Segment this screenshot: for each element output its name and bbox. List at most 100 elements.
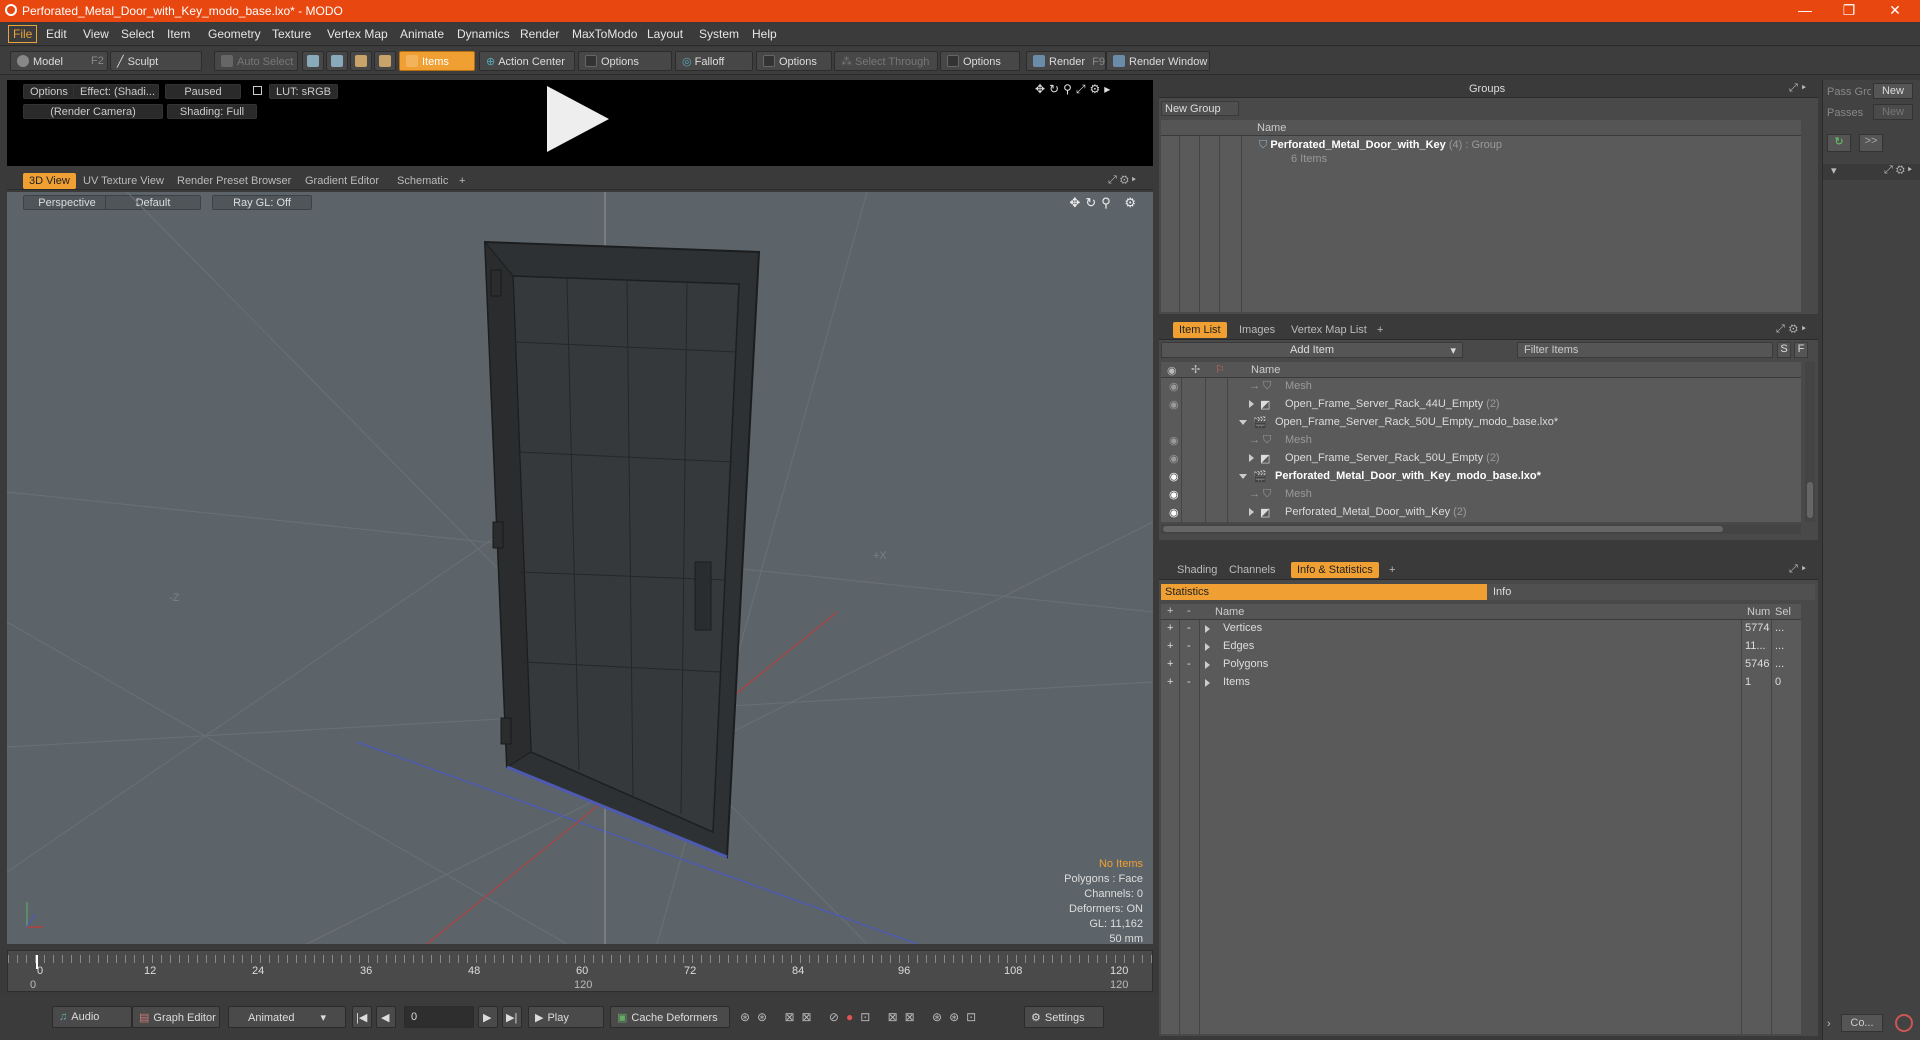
sculpt-mode-button[interactable]: ╱ Sculpt [110, 51, 202, 71]
menu-animate[interactable]: Animate [396, 26, 448, 42]
action-center-options-button[interactable]: Options [578, 51, 672, 71]
expand-icon[interactable]: + [1167, 640, 1173, 652]
menu-system[interactable]: System [695, 26, 743, 42]
action-center-button[interactable]: ⊕ Action Center [479, 51, 575, 71]
preview-nav-icons[interactable]: ✥↻⚲⤢⚙▸ [1035, 82, 1114, 97]
collapse-arrow-icon[interactable]: › [1827, 1018, 1831, 1030]
expand-arrow-icon[interactable] [1249, 508, 1254, 516]
expand-arrow-icon[interactable] [1205, 661, 1210, 669]
menu-edit[interactable]: Edit [42, 26, 71, 42]
key-controls-icons[interactable]: ⊛⊛ ⊠⊠ ⊘●⊡ ⊠⊠ ⊛⊛⊡ [740, 1010, 983, 1024]
preview-paused-button[interactable]: Paused [165, 84, 241, 99]
vertices-mode-button[interactable] [302, 51, 324, 71]
menu-texture[interactable]: Texture [268, 26, 315, 42]
falloff-button[interactable]: ◎ Falloff [675, 51, 753, 71]
auto-select-button[interactable]: Auto Select [214, 51, 298, 71]
vertical-scrollbar[interactable] [1805, 362, 1815, 522]
tab-render-preset-browser[interactable]: Render Preset Browser [171, 173, 297, 189]
list-item[interactable]: ◉ → ⛉ Mesh [1161, 432, 1801, 450]
table-row[interactable]: + - Items 1 0 [1161, 676, 1801, 694]
model-mode-button[interactable]: Model F2 [10, 51, 108, 71]
range-end[interactable]: 120 [1110, 979, 1128, 991]
playhead[interactable] [36, 955, 38, 969]
collapse-icon[interactable]: - [1187, 676, 1191, 688]
preview-effect-dropdown[interactable]: Effect: (Shadi... [73, 84, 159, 99]
list-item[interactable]: ◉ ◩ Perforated_Metal_Door_with_Key (2) [1161, 504, 1801, 522]
new-pass-group-button[interactable]: New [1873, 83, 1913, 99]
expand-icon[interactable]: + [1167, 676, 1173, 688]
list-item[interactable]: ◉ → ⛉ Mesh [1161, 378, 1801, 396]
preview-options-button[interactable]: Options [23, 84, 75, 99]
f-filter-button[interactable]: F [1794, 342, 1808, 358]
menu-layout[interactable]: Layout [643, 26, 687, 42]
3d-viewport[interactable]: Perspective Default Ray GL: Off ✥↻⚲ ⚙ +X… [7, 192, 1153, 944]
expand-arrow-icon[interactable] [1205, 625, 1210, 633]
render-button[interactable]: Render F9 [1026, 51, 1106, 71]
play-button[interactable]: ▶ Play [528, 1006, 604, 1028]
menu-dynamics[interactable]: Dynamics [453, 26, 514, 42]
horizontal-scrollbar[interactable] [1161, 524, 1801, 534]
add-tab-icon[interactable]: + [1371, 322, 1389, 338]
expand-all-icon[interactable]: + [1167, 605, 1173, 617]
step-forward-icon[interactable]: ▶ [478, 1006, 498, 1028]
eye-icon[interactable]: ◉ [1169, 470, 1179, 483]
groups-expand-icon[interactable]: ⤢▸ [1789, 82, 1810, 95]
menu-maxtomodo[interactable]: MaxToModo [568, 26, 641, 42]
tab-uv-texture-view[interactable]: UV Texture View [77, 173, 170, 189]
lock-icon[interactable] [253, 86, 262, 95]
minimize-icon[interactable]: — [1790, 2, 1820, 18]
refresh-icon[interactable]: ↻ [1827, 134, 1851, 152]
close-icon[interactable]: ✕ [1880, 2, 1910, 19]
filter-items-input[interactable]: Filter Items [1517, 342, 1773, 358]
menu-help[interactable]: Help [748, 26, 781, 42]
tab-schematic[interactable]: Schematic [391, 173, 454, 189]
add-item-button[interactable]: Add Item ▾ [1161, 342, 1463, 358]
collapse-icon[interactable]: - [1187, 658, 1191, 670]
items-mode-button[interactable]: Items [399, 51, 475, 71]
command-input[interactable]: Co... [1841, 1014, 1883, 1032]
list-item[interactable]: ◉ ◩ Open_Frame_Server_Rack_50U_Empty (2) [1161, 450, 1801, 468]
expand-icon[interactable]: + [1167, 658, 1173, 670]
chevron-down-icon[interactable]: ▾ [1831, 164, 1837, 177]
menu-file[interactable]: File [8, 25, 38, 43]
record-icon[interactable] [1895, 1014, 1913, 1032]
panel-expand-icons[interactable]: ⤢▸ [1789, 563, 1810, 576]
list-item[interactable]: 🎬 Open_Frame_Server_Rack_50U_Empty_modo_… [1161, 414, 1801, 432]
animated-dropdown[interactable]: Animated ▾ [228, 1006, 346, 1028]
tab-3d-view[interactable]: 3D View [23, 173, 76, 189]
go-to-end-icon[interactable]: ▶| [502, 1006, 522, 1028]
list-item[interactable]: ◉ ◩ Open_Frame_Server_Rack_44U_Empty (2) [1161, 396, 1801, 414]
polygons-mode-button[interactable] [350, 51, 372, 71]
list-item[interactable]: ◉ → ⛉ Mesh [1161, 486, 1801, 504]
statistics-tab[interactable]: Statistics [1161, 584, 1487, 600]
eye-icon[interactable]: ◉ [1169, 488, 1179, 501]
render-window-button[interactable]: Render Window [1106, 51, 1210, 71]
settings-button[interactable]: ⚙ Settings [1024, 1006, 1104, 1028]
tab-gradient-editor[interactable]: Gradient Editor [299, 173, 385, 189]
table-row[interactable]: + - Edges 11... ... [1161, 640, 1801, 658]
new-pass-button[interactable]: New [1873, 104, 1913, 120]
render-camera-dropdown[interactable]: (Render Camera) [23, 104, 163, 119]
restore-icon[interactable]: ❐ [1834, 2, 1864, 19]
expand-arrow-icon[interactable] [1205, 643, 1210, 651]
collapse-icon[interactable]: - [1187, 640, 1191, 652]
range-start[interactable]: 0 [30, 979, 36, 991]
panel-expand-icons[interactable]: ⤢⚙▸ [1884, 164, 1915, 177]
menu-geometry[interactable]: Geometry [204, 26, 265, 42]
menu-item[interactable]: Item [163, 26, 194, 42]
timeline[interactable]: 0 12 24 36 48 60 72 84 96 108 120 0 120 … [7, 950, 1153, 992]
add-tab-icon[interactable]: + [453, 173, 471, 189]
eye-icon[interactable]: ◉ [1169, 434, 1179, 447]
tab-vertex-map-list[interactable]: Vertex Map List [1285, 322, 1373, 338]
lut-dropdown[interactable]: LUT: sRGB [269, 84, 339, 99]
tab-info-statistics[interactable]: Info & Statistics [1291, 562, 1379, 578]
collapse-arrow-icon[interactable] [1239, 474, 1247, 479]
expand-arrow-icon[interactable] [1249, 400, 1254, 408]
collapse-icon[interactable]: - [1187, 622, 1191, 634]
materials-mode-button[interactable] [374, 51, 396, 71]
menu-view[interactable]: View [79, 26, 113, 42]
s-filter-button[interactable]: S [1777, 342, 1791, 358]
eye-icon[interactable]: ◉ [1169, 398, 1179, 411]
tab-channels[interactable]: Channels [1223, 562, 1281, 578]
tab-item-list[interactable]: Item List [1173, 322, 1227, 338]
